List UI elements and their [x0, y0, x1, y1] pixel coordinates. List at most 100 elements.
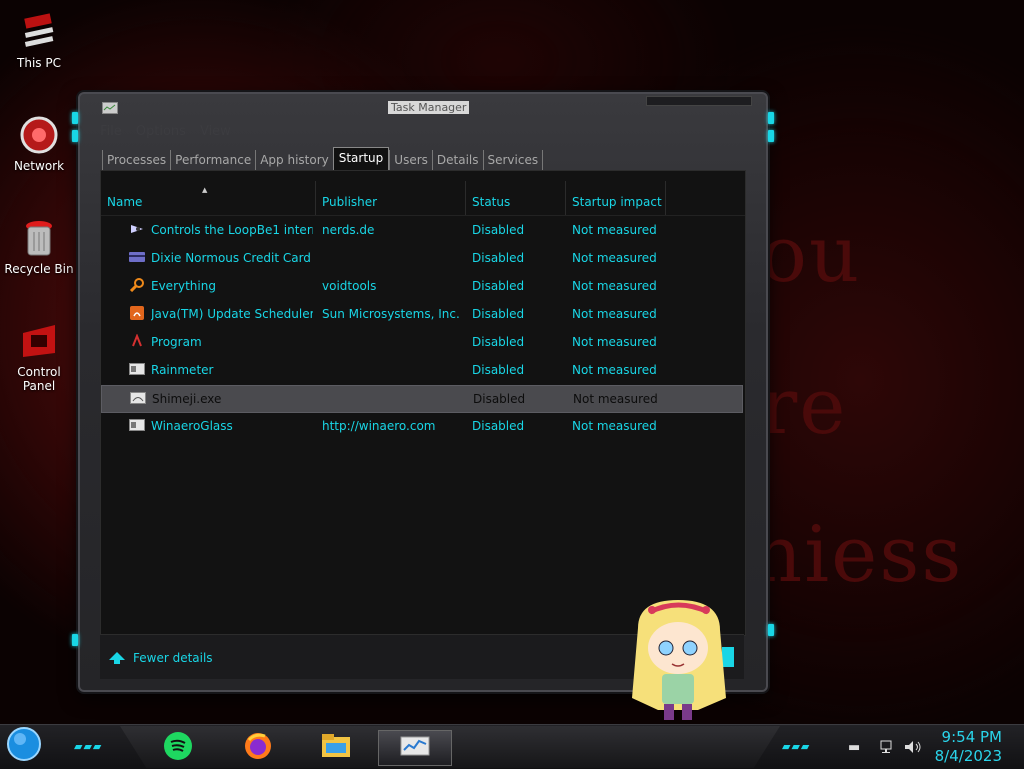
window-accent-led: [768, 130, 774, 142]
control-panel-icon: [19, 321, 59, 361]
program-icon: [129, 333, 145, 348]
column-header-startup-impact[interactable]: Startup impact: [572, 195, 662, 209]
menu-file[interactable]: File: [100, 124, 122, 142]
cell-name: Dixie Normous Credit Card S...: [151, 251, 313, 265]
tab-services[interactable]: Services: [482, 150, 544, 170]
desktop-icon-recycle-bin[interactable]: Recycle Bin: [0, 218, 78, 276]
desktop-icon-network[interactable]: Network: [0, 115, 78, 173]
magnifier-icon: [129, 278, 145, 293]
cell-name: Program: [151, 335, 202, 349]
cell-status: Disabled: [472, 363, 525, 377]
cell-status: Disabled: [472, 251, 525, 265]
start-button[interactable]: [6, 726, 42, 765]
cell-impact: Not measured: [572, 363, 657, 377]
network-tray-icon[interactable]: [880, 740, 896, 758]
tray-overflow-icon[interactable]: ▬: [848, 740, 860, 755]
table-row[interactable]: Everything voidtools Disabled Not measur…: [101, 273, 743, 299]
window-icon: [129, 418, 145, 432]
start-orb-icon: [6, 726, 42, 765]
sort-ascending-icon: ▲: [202, 186, 208, 194]
clock-date: 8/4/2023: [934, 747, 1002, 765]
window-accent-led: [768, 624, 774, 636]
cell-impact: Not measured: [572, 335, 657, 349]
cell-name: Java(TM) Update Scheduler: [151, 307, 313, 321]
task-manager-icon: [400, 735, 430, 762]
taskbar-file-explorer[interactable]: [318, 730, 354, 764]
volume-icon[interactable]: [904, 740, 922, 758]
window-accent-led: [72, 130, 78, 142]
task-manager-app-icon: [102, 102, 118, 117]
cell-impact: Not measured: [573, 392, 658, 406]
table-row[interactable]: Program Disabled Not measured: [101, 329, 743, 355]
credit-card-icon: [129, 250, 145, 264]
desktop-icon-label: Control Panel: [17, 365, 61, 393]
window-icon: [130, 391, 146, 405]
table-row[interactable]: Java(TM) Update Scheduler Sun Microsyste…: [101, 301, 743, 327]
wallpaper-text-2: re: [760, 362, 848, 452]
window-title: Task Manager: [388, 101, 470, 114]
cell-publisher: nerds.de: [322, 223, 375, 237]
cell-status: Disabled: [473, 392, 526, 406]
table-row[interactable]: Dixie Normous Credit Card S... Disabled …: [101, 245, 743, 271]
cell-impact: Not measured: [572, 223, 657, 237]
wallpaper-text-3: hiess: [752, 510, 964, 600]
column-header-name[interactable]: Name: [107, 195, 142, 209]
tab-processes[interactable]: Processes: [102, 150, 170, 170]
column-divider[interactable]: [565, 181, 566, 215]
column-header-status[interactable]: Status: [472, 195, 510, 209]
window-accent-led: [72, 634, 78, 646]
taskbar-firefox[interactable]: [240, 730, 276, 764]
tab-users[interactable]: Users: [389, 150, 432, 170]
tab-strip: Processes Performance App history Startu…: [102, 147, 544, 170]
table-row[interactable]: WinaeroGlass http://winaero.com Disabled…: [101, 413, 743, 439]
cell-status: Disabled: [472, 419, 525, 433]
taskbar-clock[interactable]: 9:54 PM 8/4/2023: [935, 728, 1002, 766]
cell-name: Rainmeter: [151, 363, 214, 377]
spotify-icon: [163, 731, 193, 764]
desktop-icon-label: Recycle Bin: [4, 262, 74, 276]
loopbe-icon: [129, 222, 145, 236]
cell-publisher: Sun Microsystems, Inc.: [322, 307, 460, 321]
tab-performance[interactable]: Performance: [170, 150, 255, 170]
tab-details[interactable]: Details: [431, 150, 483, 170]
network-icon: [19, 115, 59, 155]
cell-name: Shimeji.exe: [152, 392, 222, 406]
cell-impact: Not measured: [572, 419, 657, 433]
column-divider[interactable]: [315, 181, 316, 215]
table-row[interactable]: Rainmeter Disabled Not measured: [101, 357, 743, 383]
cell-publisher: voidtools: [322, 279, 377, 293]
column-divider[interactable]: [665, 181, 666, 215]
taskbar-accent-led-right: ▰▰▰: [782, 740, 811, 753]
title-bar[interactable]: Task Manager: [80, 94, 766, 120]
column-header-publisher[interactable]: Publisher: [322, 195, 377, 209]
taskbar-task-manager[interactable]: [378, 730, 452, 766]
tab-startup[interactable]: Startup: [332, 147, 390, 170]
cell-status: Disabled: [472, 223, 525, 237]
clock-time: 9:54 PM: [941, 728, 1002, 746]
column-header-row: ▲ Name Publisher Status Startup impact: [101, 171, 745, 216]
cell-name: Everything: [151, 279, 216, 293]
desktop-icon-control-panel[interactable]: Control Panel: [0, 321, 78, 393]
tab-app-history[interactable]: App history: [255, 150, 333, 170]
menu-options[interactable]: Options: [136, 124, 186, 142]
startup-panel: ▲ Name Publisher Status Startup impact C…: [100, 170, 746, 636]
cell-impact: Not measured: [572, 279, 657, 293]
cell-impact: Not measured: [572, 251, 657, 265]
taskbar-spotify[interactable]: [160, 730, 196, 764]
table-row[interactable]: Controls the LoopBe1 intern... nerds.de …: [101, 217, 743, 243]
window-accent-led: [72, 112, 78, 124]
cell-name: Controls the LoopBe1 intern...: [151, 223, 313, 237]
shimeji-character[interactable]: [628, 598, 728, 724]
fewer-details-label: Fewer details: [133, 651, 213, 665]
menu-view[interactable]: View: [200, 124, 231, 142]
cell-impact: Not measured: [572, 307, 657, 321]
table-row-selected[interactable]: Shimeji.exe Disabled Not measured: [101, 385, 743, 413]
arrow-up-icon: [109, 652, 125, 664]
java-icon: [129, 306, 145, 320]
cell-status: Disabled: [472, 307, 525, 321]
firefox-icon: [243, 731, 273, 764]
fewer-details-button[interactable]: Fewer details: [109, 651, 213, 665]
desktop-icon-this-pc[interactable]: This PC: [0, 12, 78, 70]
window-controls[interactable]: [646, 96, 752, 106]
column-divider[interactable]: [465, 181, 466, 215]
